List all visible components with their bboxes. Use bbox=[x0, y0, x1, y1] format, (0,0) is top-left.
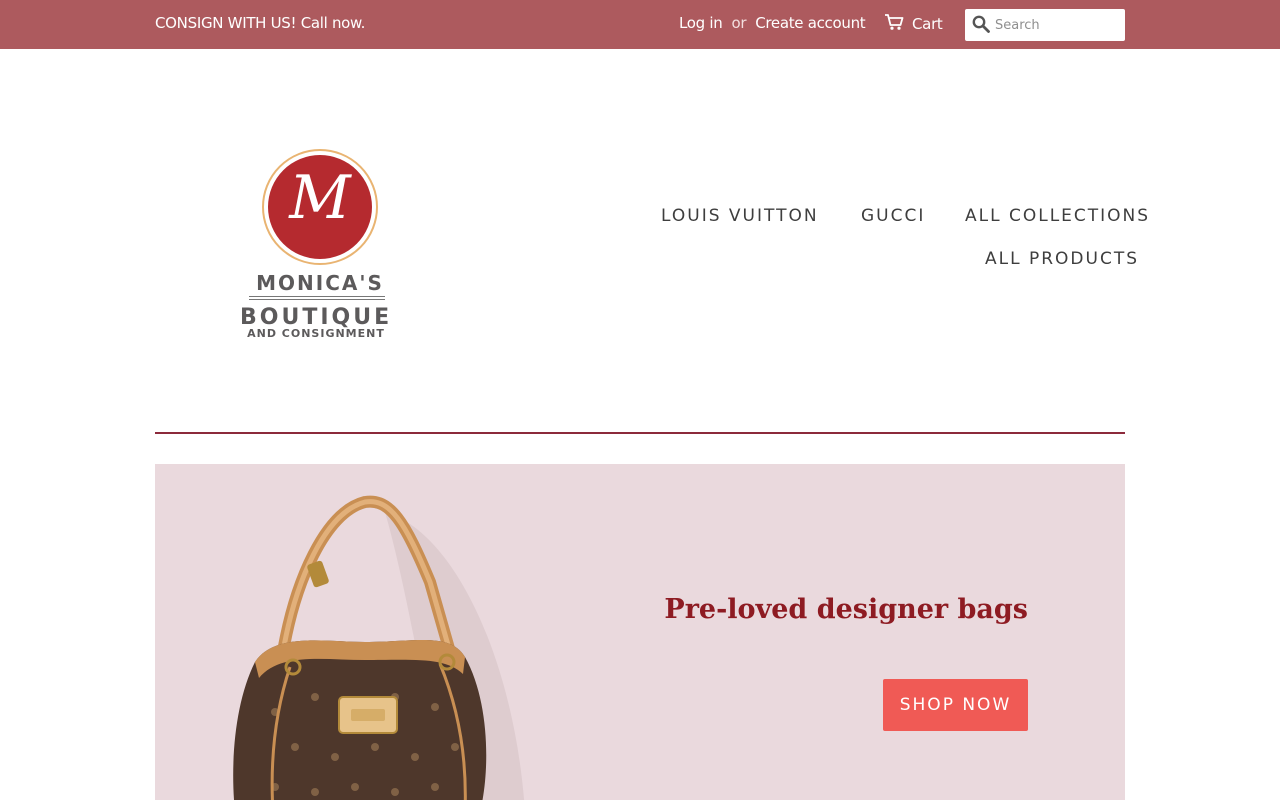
cart-label: Cart bbox=[912, 15, 943, 33]
account-links: Log in or Create account bbox=[679, 14, 866, 32]
nav-item-all-collections[interactable]: ALL COLLECTIONS bbox=[965, 206, 1150, 226]
logo-tagline: AND CONSIGNMENT bbox=[247, 327, 385, 340]
nav-item-louis-vuitton[interactable]: LOUIS VUITTON bbox=[661, 206, 819, 226]
nav-item-gucci[interactable]: GUCCI bbox=[861, 206, 925, 226]
header-divider bbox=[155, 432, 1125, 434]
search-button[interactable] bbox=[971, 15, 991, 35]
logo-rule bbox=[249, 296, 385, 300]
cart-icon bbox=[884, 13, 904, 35]
logo-name: MONICA'S bbox=[256, 271, 384, 295]
nav-item-all-products[interactable]: ALL PRODUCTS bbox=[985, 249, 1139, 269]
cart-link[interactable]: Cart bbox=[884, 13, 943, 35]
login-link[interactable]: Log in bbox=[679, 14, 723, 32]
create-account-link[interactable]: Create account bbox=[755, 14, 865, 32]
logo-monogram: M bbox=[289, 163, 351, 233]
shop-now-button[interactable]: SHOP NOW bbox=[883, 679, 1028, 731]
site-logo[interactable]: M MONICA'S BOUTIQUE AND CONSIGNMENT bbox=[240, 145, 400, 350]
search-icon bbox=[972, 15, 990, 36]
search-input[interactable] bbox=[995, 14, 1117, 36]
announcement-text: CONSIGN WITH US! Call now. bbox=[155, 14, 366, 32]
announcement-bar: CONSIGN WITH US! Call now. Log in or Cre… bbox=[0, 0, 1280, 49]
or-separator: or bbox=[731, 14, 747, 32]
handbag-image bbox=[215, 492, 575, 800]
search-form bbox=[965, 9, 1125, 41]
hero-headline: Pre-loved designer bags bbox=[664, 594, 1028, 625]
hero-banner: Pre-loved designer bags SHOP NOW bbox=[155, 464, 1125, 800]
